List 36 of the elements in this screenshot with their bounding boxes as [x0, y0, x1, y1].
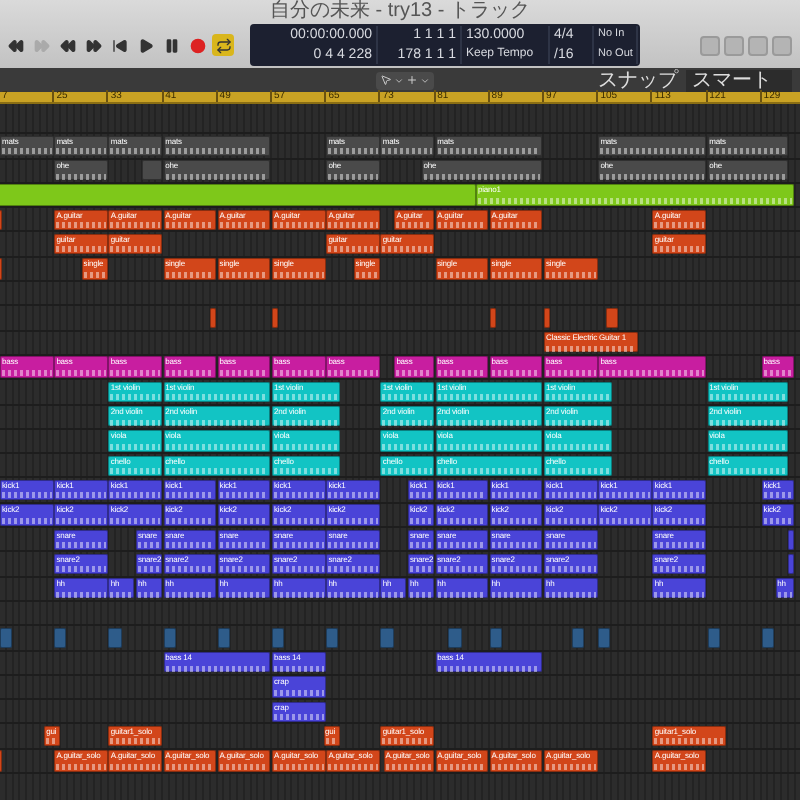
- caret-icon: [420, 75, 430, 85]
- region[interactable]: [326, 627, 339, 649]
- snap-label: スナップ: [598, 69, 678, 91]
- snap-dropdown[interactable]: スマート: [686, 69, 792, 91]
- region[interactable]: [142, 160, 163, 181]
- region[interactable]: [272, 627, 285, 649]
- region[interactable]: [605, 307, 618, 329]
- plus-icon: [406, 74, 418, 86]
- region[interactable]: [163, 627, 176, 649]
- cycle-button[interactable]: [212, 34, 234, 56]
- region[interactable]: [108, 627, 122, 649]
- rewind-icon[interactable]: [4, 34, 26, 56]
- region[interactable]: [489, 627, 503, 649]
- region[interactable]: [210, 307, 217, 329]
- region[interactable]: [0, 184, 475, 206]
- region[interactable]: [489, 307, 496, 329]
- region[interactable]: [272, 307, 278, 329]
- region[interactable]: [571, 627, 584, 649]
- region[interactable]: [380, 627, 394, 649]
- region[interactable]: [217, 627, 231, 649]
- region[interactable]: [54, 627, 67, 649]
- region[interactable]: [788, 553, 795, 575]
- window-title: 自分の未来 - try13 - トラック: [267, 0, 532, 22]
- tool-picker[interactable]: [376, 71, 434, 89]
- fast-forward-icon[interactable]: [82, 34, 104, 56]
- region[interactable]: [0, 627, 13, 649]
- region[interactable]: [761, 627, 775, 649]
- skip-back-icon[interactable]: [108, 34, 130, 56]
- rewind-icon[interactable]: [56, 34, 78, 56]
- caret-icon: [394, 75, 404, 85]
- region[interactable]: [707, 627, 720, 649]
- pointer-icon: [380, 74, 392, 86]
- region[interactable]: [598, 627, 611, 649]
- region[interactable]: [448, 627, 462, 649]
- region[interactable]: [544, 307, 550, 329]
- region[interactable]: [788, 529, 795, 550]
